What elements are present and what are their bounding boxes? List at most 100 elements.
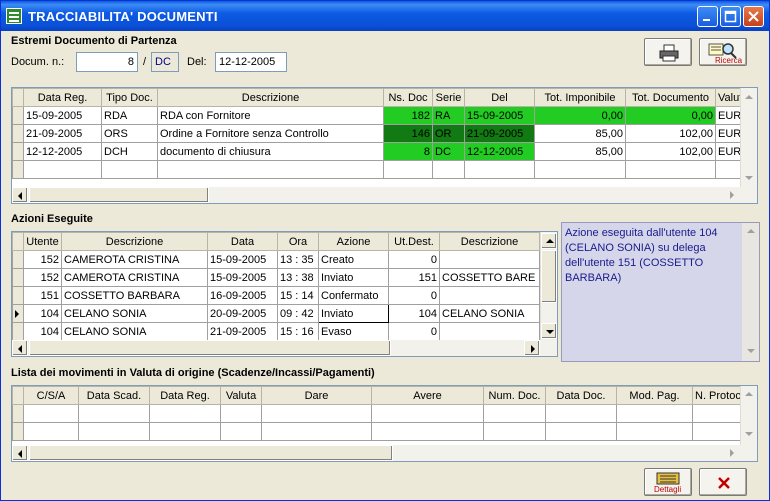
scroll-up-arrow[interactable]	[747, 229, 755, 233]
col-ut-dest[interactable]: Ut.Dest.	[388, 232, 440, 251]
cell-descrizione: CAMEROTA CRISTINA	[61, 268, 208, 287]
col-serie[interactable]: Serie	[432, 88, 465, 107]
row-indicator[interactable]	[12, 286, 24, 305]
cell-del: 15-09-2005	[464, 106, 535, 125]
scroll-down-arrow[interactable]	[747, 349, 755, 353]
col-data-reg[interactable]: Data Reg.	[149, 386, 221, 405]
actions-table: Utente Descrizione Data Ora Azione Ut.De…	[12, 232, 540, 341]
scroll-left-arrow[interactable]	[12, 445, 28, 461]
cell-tipo-doc: ORS	[101, 124, 158, 143]
actions-vscroll[interactable]	[540, 232, 557, 340]
current-row-indicator[interactable]	[12, 304, 24, 323]
table-row[interactable]: 15-09-2005 RDA RDA con Fornitore 182 RA …	[12, 106, 752, 125]
scroll-up-arrow[interactable]	[541, 233, 557, 249]
cell-ns-doc: 182	[383, 106, 433, 125]
table-row[interactable]: 152 CAMEROTA CRISTINA 15-09-2005 13 : 38…	[12, 268, 540, 287]
col-azione[interactable]: Azione	[318, 232, 389, 251]
movements-hscroll[interactable]	[12, 445, 757, 461]
cell-descrizione-dest: CELANO SONIA	[439, 304, 540, 323]
ricerca-button[interactable]: Ricerca	[699, 38, 747, 66]
col-tipo-doc[interactable]: Tipo Doc.	[101, 88, 158, 107]
col-data[interactable]: Data	[207, 232, 278, 251]
row-indicator-header	[12, 232, 24, 251]
row-indicator[interactable]	[12, 106, 24, 125]
col-data-doc[interactable]: Data Doc.	[545, 386, 617, 405]
col-descrizione-utente[interactable]: Descrizione	[61, 232, 208, 251]
col-n-protoc[interactable]: N. Protoc	[692, 386, 744, 405]
close-button[interactable]	[699, 468, 747, 496]
cell-descrizione: CELANO SONIA	[61, 304, 208, 323]
scroll-left-arrow[interactable]	[12, 340, 28, 356]
col-data-reg[interactable]: Data Reg.	[23, 88, 102, 107]
scroll-down-arrow[interactable]	[541, 323, 557, 339]
cell-serie: DC	[432, 142, 465, 161]
col-dare[interactable]: Dare	[261, 386, 372, 405]
col-csa[interactable]: C/S/A	[23, 386, 79, 405]
section-title-movimenti: Lista dei movimenti in Valuta di origine…	[11, 367, 375, 379]
row-indicator[interactable]	[12, 142, 24, 161]
close-icon	[748, 11, 759, 22]
col-avere[interactable]: Avere	[371, 386, 484, 405]
scroll-right-arrow[interactable]	[724, 187, 740, 203]
close-window-button[interactable]	[743, 6, 764, 27]
scroll-down-arrow[interactable]	[741, 170, 757, 186]
col-mod-pag[interactable]: Mod. Pag.	[616, 386, 693, 405]
cell-descrizione: documento di chiusura	[157, 142, 384, 161]
cell-ut-dest: 0	[388, 250, 440, 269]
table-row-selected[interactable]: 104 CELANO SONIA 20-09-2005 09 : 42 Invi…	[12, 304, 540, 323]
col-tot-documento[interactable]: Tot. Documento	[625, 88, 716, 107]
documents-header-row: Data Reg. Tipo Doc. Descrizione Ns. Doc …	[12, 88, 752, 107]
col-utente[interactable]: Utente	[23, 232, 62, 251]
table-row-empty[interactable]	[12, 422, 744, 441]
del-date-field[interactable]: 12-12-2005	[215, 52, 287, 72]
maximize-button[interactable]	[720, 6, 741, 27]
col-num-doc[interactable]: Num. Doc.	[483, 386, 546, 405]
row-indicator[interactable]	[12, 250, 24, 269]
col-tot-imponibile[interactable]: Tot. Imponibile	[534, 88, 626, 107]
cell-serie: OR	[432, 124, 465, 143]
documents-hscroll[interactable]	[12, 187, 757, 203]
col-del[interactable]: Del	[464, 88, 535, 107]
actions-hscroll[interactable]	[12, 340, 557, 356]
cell-ut-dest: 151	[388, 268, 440, 287]
scroll-thumb[interactable]	[29, 187, 209, 203]
col-descrizione-dest[interactable]: Descrizione	[439, 232, 540, 251]
cell-descrizione: Ordine a Fornitore senza Controllo	[157, 124, 384, 143]
col-descrizione[interactable]: Descrizione	[157, 88, 384, 107]
documents-vscroll[interactable]	[740, 88, 757, 187]
table-row[interactable]: 152 CAMEROTA CRISTINA 15-09-2005 13 : 35…	[12, 250, 540, 269]
scroll-up-arrow[interactable]	[741, 89, 757, 105]
scroll-right-arrow[interactable]	[524, 340, 540, 356]
table-row[interactable]: 151 COSSETTO BARBARA 16-09-2005 15 : 14 …	[12, 286, 540, 305]
row-indicator[interactable]	[12, 124, 24, 143]
movements-vscroll[interactable]	[740, 386, 757, 445]
del-label: Del:	[187, 56, 207, 68]
scroll-thumb[interactable]	[29, 340, 391, 356]
col-valuta[interactable]: Valuta	[220, 386, 262, 405]
scroll-down-arrow[interactable]	[745, 432, 753, 436]
print-button[interactable]	[644, 38, 692, 66]
row-indicator[interactable]	[12, 322, 24, 341]
table-row[interactable]: 12-12-2005 DCH documento di chiusura 8 D…	[12, 142, 752, 161]
minimize-button[interactable]	[697, 6, 718, 27]
row-indicator[interactable]	[12, 268, 24, 287]
col-data-scad[interactable]: Data Scad.	[78, 386, 150, 405]
note-vscroll[interactable]	[742, 223, 759, 361]
scroll-right-arrow[interactable]	[724, 445, 740, 461]
scroll-thumb[interactable]	[541, 250, 557, 303]
docum-series-field[interactable]: DC	[151, 52, 179, 72]
scroll-left-arrow[interactable]	[12, 187, 28, 203]
table-row[interactable]: 104 CELANO SONIA 21-09-2005 15 : 16 Evas…	[12, 322, 540, 341]
maximize-icon	[724, 10, 737, 23]
docum-number-field[interactable]: 8	[76, 52, 138, 72]
table-row-empty[interactable]	[12, 160, 752, 179]
table-row[interactable]: 21-09-2005 ORS Ordine a Fornitore senza …	[12, 124, 752, 143]
movements-table: C/S/A Data Scad. Data Reg. Valuta Dare A…	[12, 386, 744, 441]
dettagli-button[interactable]: Dettagli	[644, 468, 692, 496]
col-ora[interactable]: Ora	[277, 232, 319, 251]
cell-azione-focused[interactable]: Inviato	[318, 304, 389, 323]
table-row-empty[interactable]	[12, 404, 744, 423]
scroll-thumb[interactable]	[29, 445, 393, 461]
col-ns-doc[interactable]: Ns. Doc	[383, 88, 433, 107]
scroll-up-arrow[interactable]	[745, 392, 753, 396]
